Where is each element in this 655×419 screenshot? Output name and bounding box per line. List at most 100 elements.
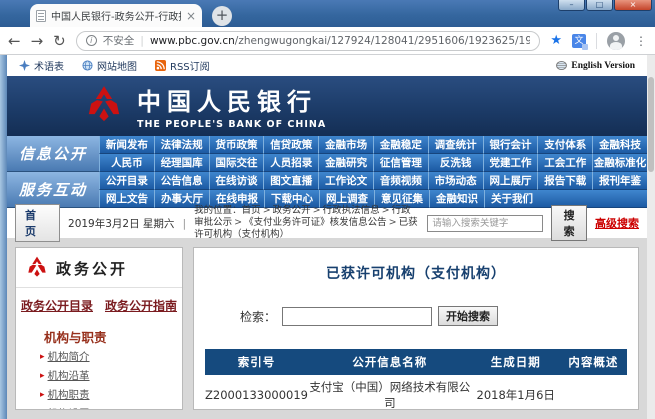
nav-item[interactable]: 在线访谈	[209, 172, 264, 190]
page-scrollbar[interactable]	[647, 55, 655, 419]
sidebar-link-catalog[interactable]: 政务公开目录	[21, 297, 93, 314]
nav-item[interactable]: 关于我们	[484, 190, 539, 208]
bookmark-star-icon[interactable]: ★	[550, 33, 562, 48]
nav-item[interactable]: 图文直播	[263, 172, 318, 190]
nav-item[interactable]: 市场动态	[428, 172, 483, 190]
nav-item[interactable]: 信贷政策	[263, 136, 318, 154]
tab-close-icon[interactable]: ×	[186, 10, 196, 22]
sidebar-item[interactable]: ▸机构设置	[16, 405, 182, 410]
nav-label-service[interactable]: 服务互动	[7, 172, 99, 208]
close-window-button[interactable]: ×	[614, 0, 652, 11]
sidebar-item[interactable]: ▸机构职责	[16, 386, 182, 405]
page-url: www.pbc.gov.cn/zhengwugongkai/127924/128…	[150, 35, 530, 47]
breadcrumb: 我的位置：首页>政务公开>行政执法信息>行政审批公示>《支付业务许可证》核发信息…	[194, 205, 419, 241]
nav-item[interactable]: 反洗钱	[428, 154, 483, 172]
nav-item[interactable]: 货币政策	[209, 136, 264, 154]
col-name: 公开信息名称	[308, 349, 472, 375]
breadcrumb-bar: 首页 2019年3月2日 星期六 | 我的位置：首页>政务公开>行政执法信息>行…	[7, 208, 647, 238]
nav-item[interactable]: 法律法规	[154, 136, 209, 154]
crumb-divider: |	[182, 217, 186, 230]
crumb-gt-icon: >	[387, 217, 399, 228]
browser-tab[interactable]: 中国人民银行-政务公开-行政执... ×	[30, 4, 202, 27]
cell-name[interactable]: 支付宝（中国）网络技术有限公司	[308, 375, 472, 410]
forward-icon[interactable]: →	[31, 33, 44, 49]
sidebar-item-label: 机构设置	[48, 405, 90, 410]
nav-item[interactable]: 网上展厅	[483, 172, 538, 190]
nav-item[interactable]: 金融稳定	[373, 136, 428, 154]
url-host: www.pbc.gov.cn	[150, 35, 235, 47]
nav-item[interactable]: 人民币	[99, 154, 154, 172]
menu-kebab-icon[interactable]: ⋮	[635, 34, 647, 48]
nav-item[interactable]: 人员招录	[263, 154, 318, 172]
col-date: 生成日期	[472, 349, 560, 375]
glossary-label: 术语表	[34, 58, 64, 73]
site-masthead: 中国人民银行 THE PEOPLE'S BANK OF CHINA	[7, 76, 647, 136]
nav-item[interactable]: 银行会计	[483, 136, 538, 154]
reload-icon[interactable]: ↻	[53, 33, 66, 49]
webpage: 术语表 网站地图 RSS订阅 English Version 中国人民银行 T	[7, 55, 647, 419]
sidebar: 政务公开 政务公开目录 政务公开指南 机构与职责 ▸机构简介 ▸机构沿革 ▸机构…	[15, 247, 183, 410]
pbc-logo-small-icon	[26, 256, 48, 280]
nav-item[interactable]: 公开目录	[99, 172, 154, 190]
nav-section-service: 服务互动 公开目录 公告信息 在线访谈 图文直播 工作论文 音频视频 市场动态 …	[7, 172, 647, 208]
nav-item[interactable]: 新闻发布	[99, 136, 154, 154]
nav-row: 人民币 经理国库 国际交往 人员招录 金融研究 征信管理 反洗钱 党建工作 工会…	[99, 154, 647, 172]
nav-item[interactable]: 报告下载	[537, 172, 592, 190]
nav-item[interactable]: 党建工作	[483, 154, 538, 172]
nav-item[interactable]: 金融知识	[429, 190, 484, 208]
nav-item[interactable]: 金融市场	[318, 136, 373, 154]
sitemap-link[interactable]: 网站地图	[82, 58, 137, 73]
profile-avatar[interactable]	[607, 32, 625, 50]
nav-item[interactable]: 调查统计	[428, 136, 483, 154]
retrieval-label: 检索：	[240, 308, 276, 325]
nav-item[interactable]: 公告信息	[154, 172, 209, 190]
crumb-gt-icon: >	[380, 205, 392, 216]
bank-name-block: 中国人民银行 THE PEOPLE'S BANK OF CHINA	[137, 82, 326, 130]
crumb-link[interactable]: 《支付业务许可证》核发信息公告	[244, 217, 387, 228]
nav-item[interactable]: 音频视频	[373, 172, 428, 190]
nav-item[interactable]: 网上文告	[99, 190, 154, 208]
minimize-button[interactable]: –	[558, 0, 585, 11]
nav-item[interactable]: 支付体系	[537, 136, 592, 154]
english-version-link[interactable]: English Version	[556, 61, 635, 71]
address-bar[interactable]: i 不安全 | www.pbc.gov.cn/zhengwugongkai/12…	[76, 31, 541, 51]
nav-item[interactable]: 国际交往	[209, 154, 264, 172]
security-label: 不安全	[103, 33, 135, 48]
sidebar-item[interactable]: ▸机构沿革	[16, 367, 182, 386]
nav-item[interactable]: 金融标准化	[592, 154, 647, 172]
cell-summary	[560, 375, 627, 410]
sitemap-label: 网站地图	[97, 58, 137, 73]
window-controls: – □ ×	[558, 0, 652, 11]
crumb-link[interactable]: 政务公开	[273, 205, 311, 216]
sidebar-top-links: 政务公开目录 政务公开指南	[16, 288, 182, 321]
start-search-button[interactable]: 开始搜索	[438, 306, 498, 326]
page-body: 政务公开 政务公开目录 政务公开指南 机构与职责 ▸机构简介 ▸机构沿革 ▸机构…	[7, 238, 647, 419]
site-search-button[interactable]: 搜索	[551, 205, 587, 241]
table-row[interactable]: Z2000133000019 支付宝（中国）网络技术有限公司 2018年1月6日	[205, 375, 627, 410]
site-search-input[interactable]	[427, 215, 543, 232]
sidebar-link-guide[interactable]: 政务公开指南	[105, 297, 177, 314]
new-tab-button[interactable]: +	[212, 6, 232, 26]
maximize-button[interactable]: □	[586, 0, 613, 11]
retrieval-input[interactable]	[282, 307, 432, 326]
advanced-search-link[interactable]: 高级搜索	[595, 215, 639, 231]
main-content: 已获许可机构（支付机构） 检索： 开始搜索 索引号 公开信息名称 生成日期 内容…	[193, 247, 639, 410]
nav-item[interactable]: 工会工作	[537, 154, 592, 172]
rss-link[interactable]: RSS订阅	[155, 58, 210, 73]
crumb-link[interactable]: 首页	[242, 205, 261, 216]
nav-item[interactable]: 工作论文	[318, 172, 373, 190]
nav-label-info[interactable]: 信息公开	[7, 136, 99, 172]
crumb-link[interactable]: 行政执法信息	[323, 205, 380, 216]
nav-item[interactable]: 经理国库	[154, 154, 209, 172]
nav-item[interactable]: 金融科技	[592, 136, 647, 154]
sidebar-item[interactable]: ▸机构简介	[16, 348, 182, 367]
nav-item[interactable]: 征信管理	[373, 154, 428, 172]
nav-item[interactable]: 报刊年鉴	[592, 172, 647, 190]
glossary-link[interactable]: 术语表	[19, 58, 64, 73]
back-icon[interactable]: ←	[8, 33, 21, 49]
scrollbar-thumb[interactable]	[648, 77, 654, 172]
translate-icon[interactable]: 文	[572, 34, 586, 48]
home-button[interactable]: 首页	[15, 204, 60, 242]
nav-item[interactable]: 金融研究	[318, 154, 373, 172]
info-icon[interactable]: i	[86, 35, 97, 46]
